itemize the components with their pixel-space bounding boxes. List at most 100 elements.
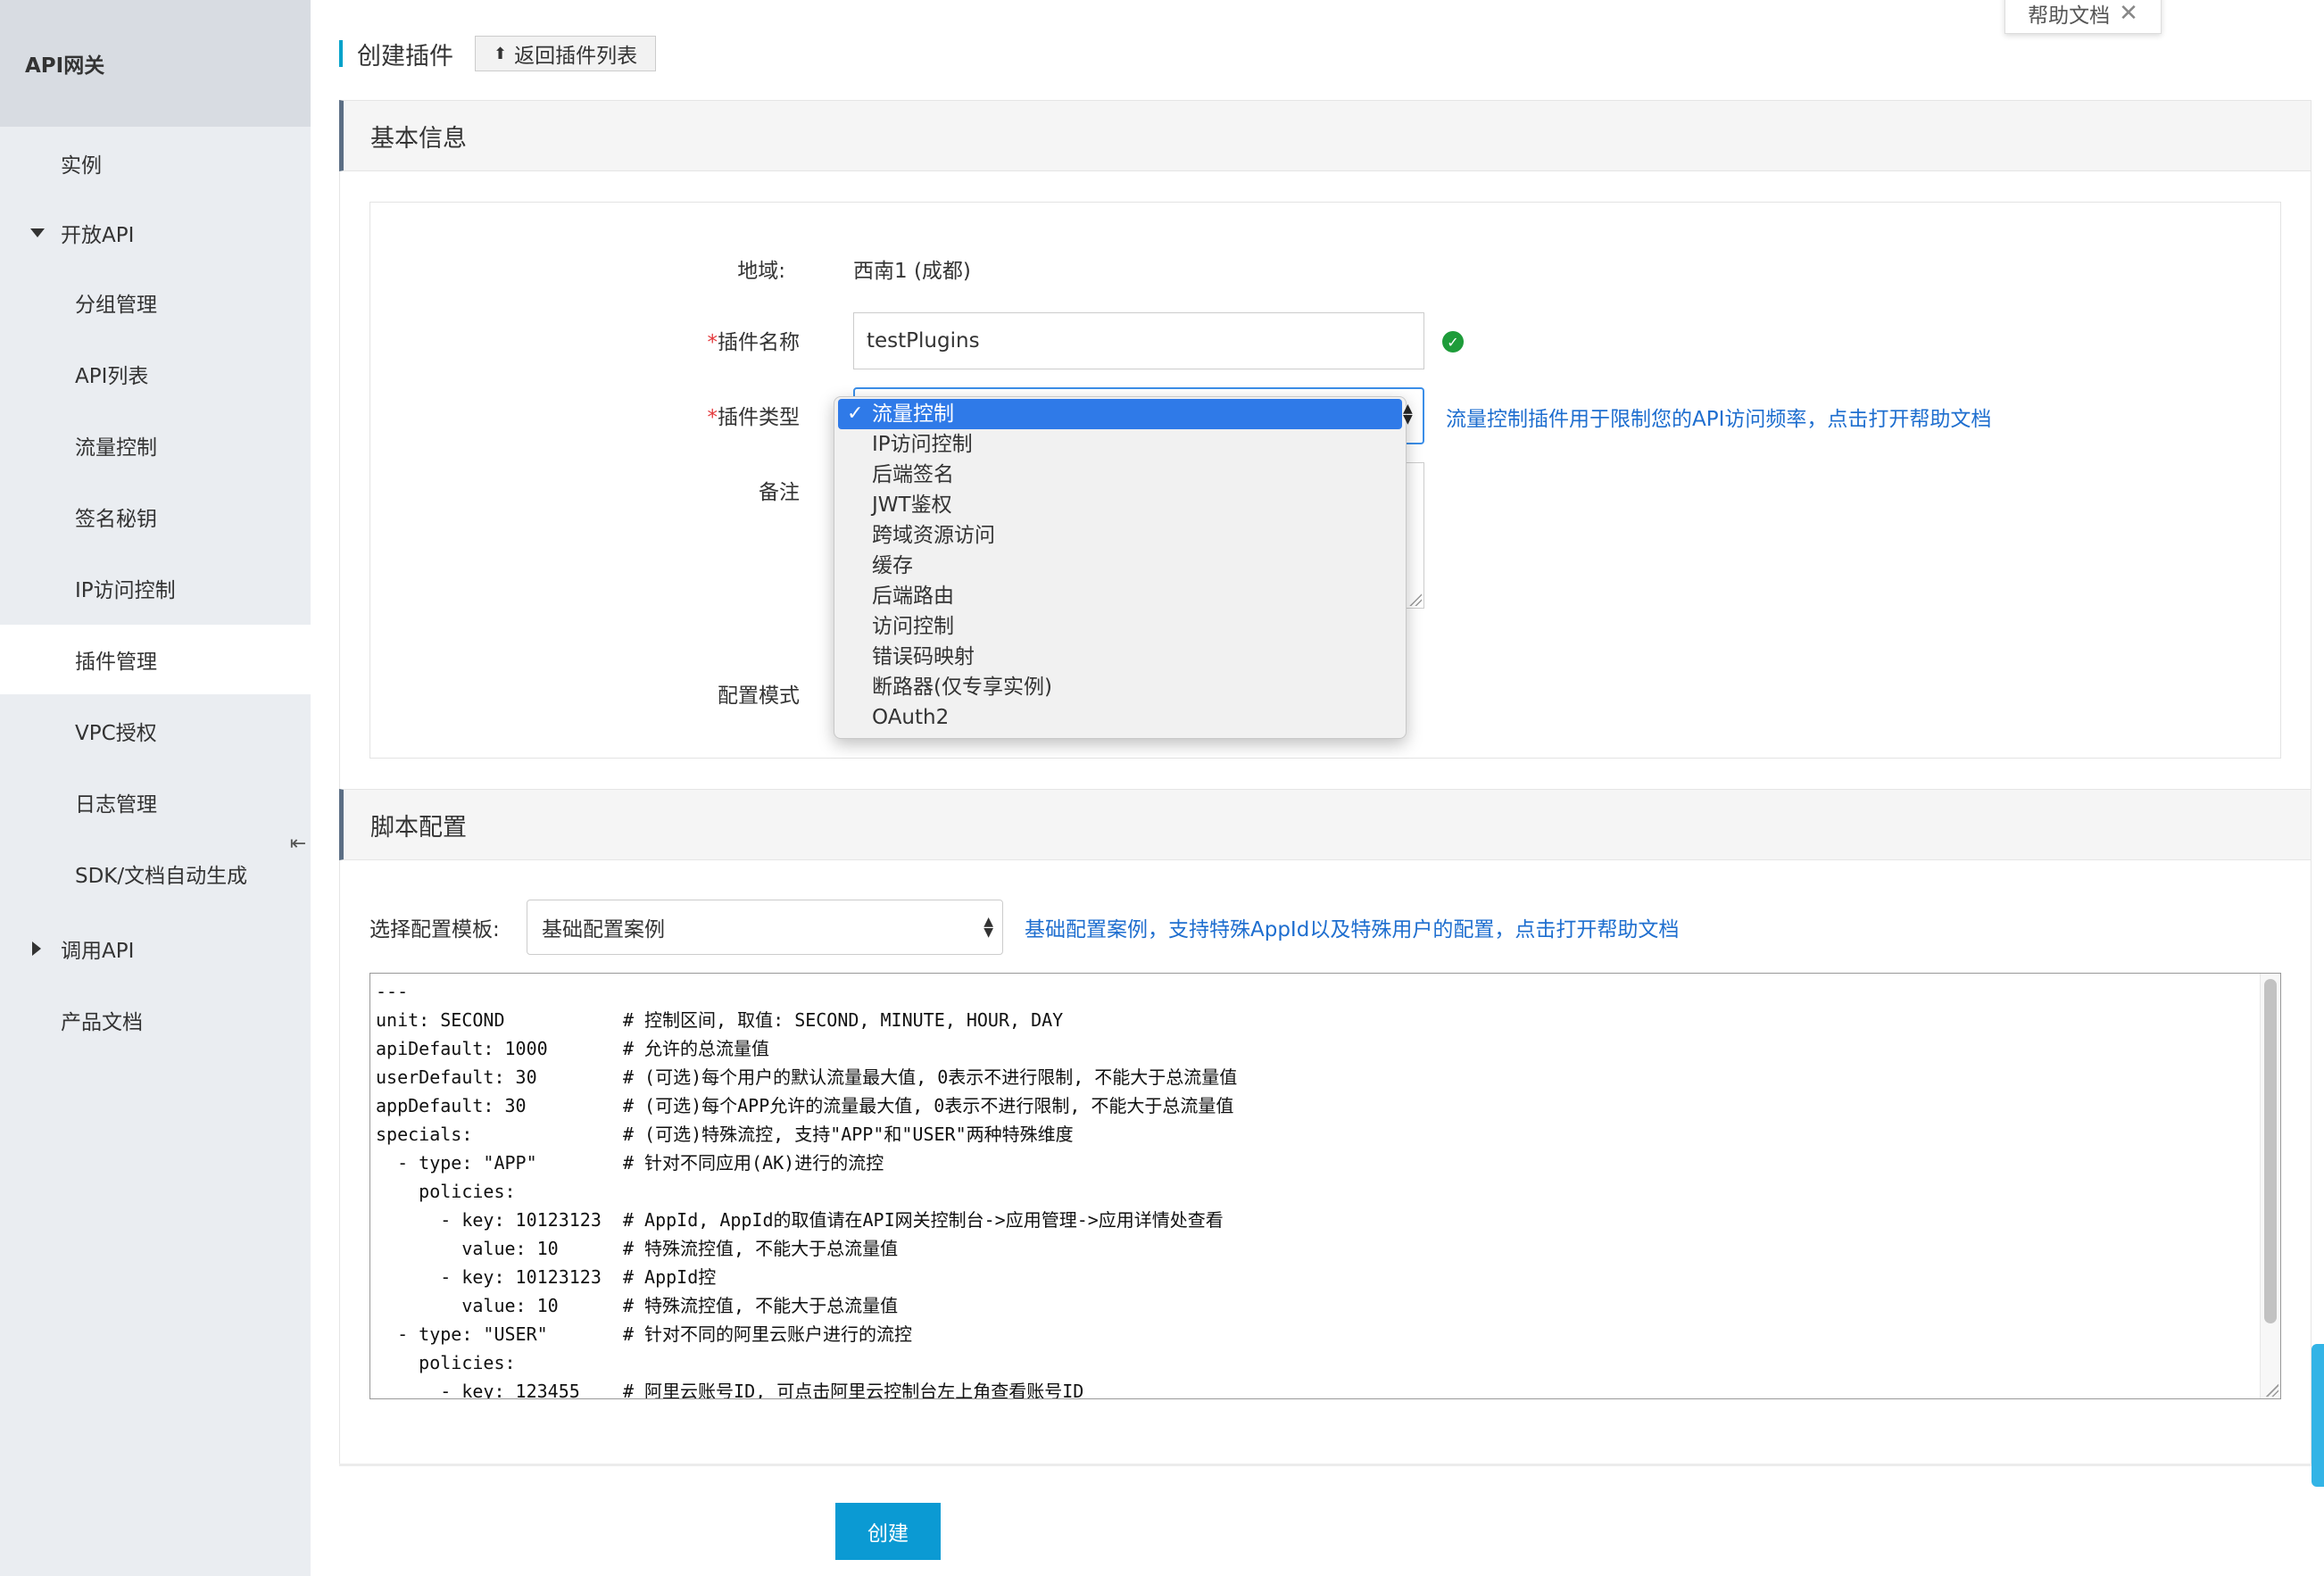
template-help-link[interactable]: 基础配置案例，支持特殊AppId以及特殊用户的配置，点击打开帮助文档 — [1025, 912, 1679, 942]
contact-float-tab[interactable] — [2312, 1344, 2324, 1487]
option-label: 访问控制 — [872, 615, 954, 638]
back-to-plugin-list-button[interactable]: ⬆ 返回插件列表 — [475, 36, 657, 71]
code-line: - type: "USER" # 针对不同的阿里云账户进行的流控 — [376, 1323, 913, 1345]
code-line: appDefault: 30 # (可选)每个APP允许的流量最大值, 0表示不… — [376, 1095, 1234, 1116]
option-label: 后端签名 — [872, 463, 954, 486]
select-arrows-icon: ▲ ▼ — [984, 915, 993, 940]
option-label: 断路器(仅专享实例) — [872, 676, 1052, 699]
plugin-type-option[interactable]: ✓ 流量控制 — [838, 399, 1402, 429]
create-button[interactable]: 创建 — [835, 1503, 941, 1560]
required-mark: * — [707, 331, 718, 354]
code-line: - key: 10123123 # AppId, AppId的取值请在API网关… — [376, 1209, 1224, 1231]
upload-arrow-icon: ⬆ — [494, 44, 508, 63]
sidebar-item-label: 产品文档 — [61, 1011, 143, 1034]
select-arrows-icon: ▲ ▼ — [1403, 402, 1413, 427]
option-label: JWT鉴权 — [872, 494, 952, 517]
code-line: apiDefault: 1000 # 允许的总流量值 — [376, 1038, 770, 1059]
sidebar-item-label: 实例 — [61, 154, 102, 178]
caret-right-icon — [32, 941, 41, 956]
required-mark: * — [707, 406, 718, 429]
template-select-value: 基础配置案例 — [542, 918, 665, 941]
help-doc-button[interactable]: 帮助文档 ✕ — [2004, 0, 2162, 34]
footer-divider — [339, 1464, 2312, 1466]
title-accent — [339, 40, 343, 67]
code-line: - type: "APP" # 针对不同应用(AK)进行的流控 — [376, 1152, 884, 1174]
option-label: OAuth2 — [872, 706, 950, 729]
plugin-type-option[interactable]: 访问控制 — [834, 611, 1406, 642]
code-line: specials: # (可选)特殊流控, 支持"APP"和"USER"两种特殊… — [376, 1124, 1074, 1145]
code-line: policies: — [376, 1352, 516, 1373]
close-icon[interactable]: ✕ — [2119, 0, 2138, 27]
plugin-type-option[interactable]: 后端签名 — [834, 460, 1406, 490]
code-line: unit: SECOND # 控制区间, 取值: SECOND, MINUTE,… — [376, 1009, 1064, 1031]
back-button-label: 返回插件列表 — [514, 45, 638, 68]
plugin-type-option[interactable]: 跨域资源访问 — [834, 520, 1406, 551]
sidebar-item-label: 插件管理 — [75, 651, 157, 674]
plugin-type-option[interactable]: OAuth2 — [834, 702, 1406, 733]
sidebar-item-label: API列表 — [75, 365, 149, 388]
plugin-name-label: *插件名称 — [621, 325, 801, 355]
sidebar-item-product-docs[interactable]: 产品文档 — [0, 985, 311, 1055]
sidebar-collapse-toggle[interactable]: ⇤ — [286, 803, 311, 883]
plugin-type-option[interactable]: IP访问控制 — [834, 429, 1406, 460]
sidebar-item-plugin-management[interactable]: 插件管理 — [0, 625, 311, 694]
sidebar-item-label: 分组管理 — [75, 294, 157, 317]
plugin-name-label-text: 插件名称 — [718, 331, 800, 354]
option-label: 错误码映射 — [872, 645, 975, 668]
plugin-type-dropdown: ✓ 流量控制 IP访问控制 后端签名 JWT鉴权 跨域资源访问 缓存 后端路由 访… — [834, 396, 1407, 739]
sidebar-item-vpc-auth[interactable]: VPC授权 — [0, 696, 311, 766]
sidebar-item-label: 签名秘钥 — [75, 508, 157, 531]
page-title: 创建插件 — [357, 42, 453, 71]
template-label: 选择配置模板: — [369, 918, 500, 941]
sidebar-item-sdk-docs[interactable]: SDK/文档自动生成 — [0, 839, 311, 908]
plugin-type-option[interactable]: 错误码映射 — [834, 642, 1406, 672]
sidebar-item-log-management[interactable]: 日志管理 — [0, 767, 311, 837]
code-line: - key: 10123123 # AppId控 — [376, 1266, 717, 1288]
sidebar-item-api-list[interactable]: API列表 — [0, 339, 311, 409]
plugin-name-input[interactable]: testPlugins — [853, 312, 1424, 369]
sidebar-item-call-api[interactable]: 调用API — [0, 914, 311, 983]
help-doc-label: 帮助文档 — [2028, 4, 2111, 28]
sidebar-item-group-management[interactable]: 分组管理 — [0, 268, 311, 337]
sidebar-item-traffic-control[interactable]: 流量控制 — [0, 411, 311, 480]
template-select[interactable]: 基础配置案例 ▲ ▼ — [527, 900, 1003, 955]
code-scrollbar-thumb[interactable] — [2264, 979, 2277, 1323]
sidebar-item-ip-access-control[interactable]: IP访问控制 — [0, 553, 311, 623]
sidebar-item-label: 开放API — [61, 224, 135, 247]
region-label: 地域: — [737, 260, 785, 283]
code-line: policies: — [376, 1181, 516, 1202]
script-config-header: 脚本配置 — [339, 789, 2312, 860]
sidebar-item-label: VPC授权 — [75, 722, 157, 745]
code-line: userDefault: 30 # (可选)每个用户的默认流量最大值, 0表示不… — [376, 1066, 1238, 1088]
page-title-bar: 创建插件 ⬆ 返回插件列表 — [339, 32, 657, 75]
sidebar-item-label: IP访问控制 — [75, 579, 176, 602]
plugin-type-option[interactable]: 缓存 — [834, 551, 1406, 581]
code-line: value: 10 # 特殊流控值, 不能大于总流量值 — [376, 1238, 899, 1259]
sidebar-item-open-api[interactable]: 开放API — [0, 198, 311, 268]
config-mode-label: 配置模式 — [718, 684, 800, 708]
region-value: 西南1 (成都) — [853, 260, 971, 283]
check-icon: ✓ — [847, 402, 864, 425]
script-code-editor[interactable]: --- unit: SECOND # 控制区间, 取值: SECOND, MIN… — [369, 973, 2281, 1399]
sidebar-item-label: 调用API — [61, 940, 135, 963]
sidebar-title: API网关 — [0, 0, 311, 127]
remark-label: 备注 — [759, 481, 800, 504]
resize-grip-icon[interactable] — [2266, 1384, 2278, 1397]
basic-info-header: 基本信息 — [339, 100, 2312, 171]
sidebar-item-label: 日志管理 — [75, 793, 157, 817]
option-label: 缓存 — [872, 554, 913, 577]
option-label: 流量控制 — [872, 402, 954, 426]
plugin-type-label: *插件类型 — [621, 400, 801, 430]
plugin-type-help-link[interactable]: 流量控制插件用于限制您的API访问频率，点击打开帮助文档 — [1446, 402, 1991, 432]
code-scrollbar-track[interactable] — [2260, 974, 2280, 1398]
plugin-type-option[interactable]: 后端路由 — [834, 581, 1406, 611]
plugin-type-label-text: 插件类型 — [718, 406, 800, 429]
sidebar-item-label: 流量控制 — [75, 436, 157, 460]
sidebar-item-instance[interactable]: 实例 — [0, 129, 311, 198]
resize-grip-icon[interactable] — [1409, 593, 1422, 606]
caret-down-icon — [30, 228, 45, 237]
plugin-name-value: testPlugins — [867, 329, 980, 353]
sidebar-item-signature-key[interactable]: 签名秘钥 — [0, 482, 311, 552]
plugin-type-option[interactable]: JWT鉴权 — [834, 490, 1406, 520]
plugin-type-option[interactable]: 断路器(仅专享实例) — [834, 672, 1406, 702]
